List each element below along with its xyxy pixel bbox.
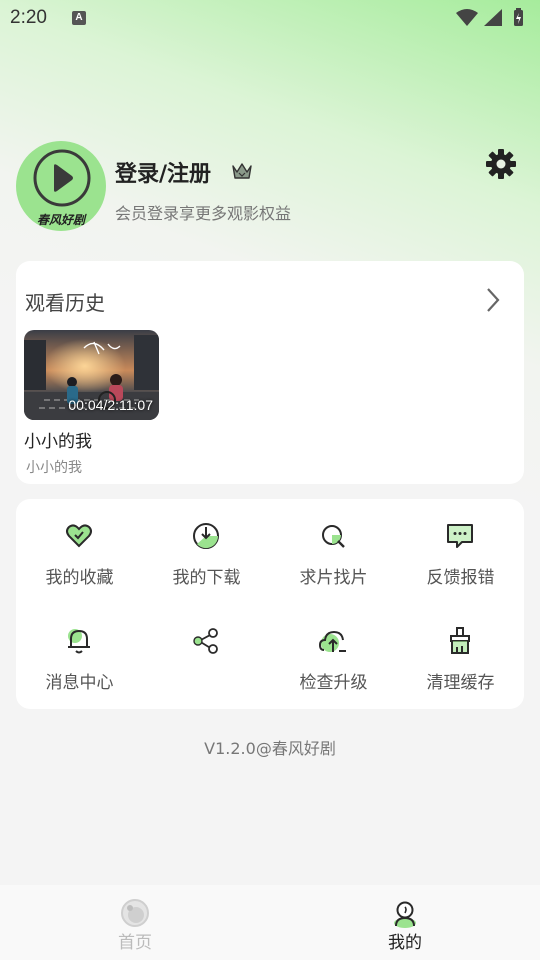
heart-icon (66, 524, 92, 548)
menu-item-downloads[interactable]: 我的下载 (143, 499, 270, 599)
menu-label: 我的收藏 (45, 568, 114, 588)
history-item-title[interactable]: 小小的我 (24, 427, 92, 452)
upgrade-icon (318, 630, 346, 652)
gear-icon[interactable] (485, 148, 517, 180)
history-thumbnail[interactable]: 00:04/2:11:07 (24, 330, 159, 420)
menu-item-upgrade[interactable]: 检查升级 (270, 604, 397, 704)
menu-item-feedback[interactable]: 反馈报错 (397, 499, 524, 599)
menu-label: 求片找片 (299, 568, 368, 588)
menu-label: 反馈报错 (426, 568, 495, 588)
profile-icon (394, 901, 416, 928)
history-title: 观看历史 (25, 291, 105, 315)
nav-label-home: 首页 (118, 933, 152, 953)
version-text: V1.2.0@春风好剧 (204, 739, 336, 758)
bell-icon (68, 629, 90, 654)
search-film-icon (322, 525, 345, 548)
chevron-right-icon[interactable] (484, 286, 502, 314)
menu-label: 检查升级 (299, 673, 368, 693)
menu-label: 我的下载 (172, 568, 241, 588)
avatar-brand-text: 春风好剧 (36, 213, 85, 227)
download-icon (193, 523, 219, 549)
menu-item-favorites[interactable]: 我的收藏 (16, 499, 143, 599)
history-card: 观看历史 00:04/2:11:07 小小的我 小小的我 (16, 261, 524, 484)
login-register-link[interactable]: 登录/注册 (115, 156, 211, 188)
status-bar: 2:20 A (0, 0, 540, 36)
menu-item-share[interactable] (143, 604, 270, 704)
signal-icon (484, 9, 502, 26)
home-icon (121, 899, 149, 927)
menu-item-clear-cache[interactable]: 清理缓存 (397, 604, 524, 704)
wifi-icon (456, 9, 478, 26)
avatar[interactable]: 春风好剧 (16, 141, 106, 231)
bottom-nav: 首页 我的 (0, 885, 540, 960)
nav-label-profile: 我的 (388, 933, 422, 953)
menu-label: 消息中心 (45, 673, 114, 693)
menu-label: 清理缓存 (426, 673, 495, 693)
history-item-subtitle: 小小的我 (26, 460, 82, 476)
status-time: 2:20 (10, 7, 47, 28)
system-status-icons (456, 8, 523, 26)
nav-item-home[interactable]: 首页 (0, 885, 270, 960)
share-icon (193, 628, 218, 654)
menu-item-request-film[interactable]: 求片找片 (270, 499, 397, 599)
menu-item-messages[interactable]: 消息中心 (16, 604, 143, 704)
feedback-icon (447, 524, 473, 548)
menu-grid-card: 我的收藏 我的下载 求片找片 反馈报错 消息中心 检查升级 清理缓存 (16, 499, 524, 709)
login-subtitle: 会员登录享更多观影权益 (115, 204, 292, 223)
clean-cache-icon (450, 627, 470, 654)
notification-icon: A (72, 11, 86, 25)
nav-item-profile[interactable]: 我的 (270, 885, 540, 960)
crown-icon (232, 163, 252, 179)
history-progress: 00:04/2:11:07 (68, 397, 153, 413)
